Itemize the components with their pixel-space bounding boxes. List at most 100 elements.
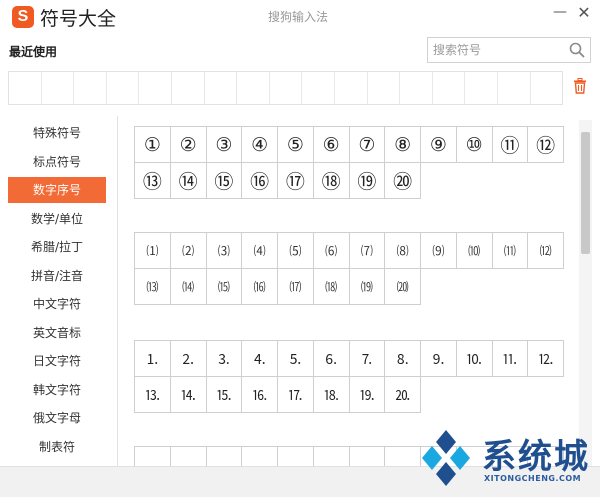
sidebar-item[interactable]: 英文音标 [8, 320, 106, 346]
symbol-cell[interactable]: ⒎ [349, 341, 386, 377]
symbol-cell[interactable]: ⒇ [385, 269, 421, 305]
symbol-cell[interactable]: ⑭ [170, 163, 207, 199]
symbol-cell[interactable]: ② [170, 127, 207, 163]
symbol-cell[interactable] [314, 447, 350, 466]
symbol-cell[interactable]: ⒁ [170, 269, 207, 305]
symbol-cell[interactable]: ⒛ [385, 377, 421, 413]
symbol-cell[interactable]: ⑾ [492, 233, 529, 269]
symbol-cell[interactable]: ⒍ [313, 341, 350, 377]
symbol-cell[interactable]: ⑷ [242, 233, 278, 269]
sidebar-item[interactable]: 韩文字符 [8, 377, 106, 403]
recent-symbol-slot[interactable] [400, 72, 433, 104]
symbol-cell[interactable]: ⑧ [385, 127, 421, 163]
symbol-cell[interactable]: ⒃ [242, 269, 278, 305]
symbol-cell[interactable]: ⒔ [135, 377, 171, 413]
symbol-cell[interactable]: ⑺ [349, 233, 386, 269]
symbol-cell[interactable]: ⑿ [528, 233, 564, 269]
sidebar-item[interactable]: 特殊符号 [8, 120, 106, 146]
recent-symbol-slot[interactable] [368, 72, 401, 104]
scrollbar-thumb[interactable] [581, 132, 590, 254]
symbol-cell[interactable]: ⑦ [349, 127, 386, 163]
symbol-cell[interactable]: ① [135, 127, 171, 163]
recent-symbol-slot[interactable] [172, 72, 205, 104]
symbol-cell[interactable]: ⑩ [456, 127, 493, 163]
symbol-cell[interactable]: ⑳ [385, 163, 421, 199]
symbol-cell[interactable]: ⑮ [206, 163, 243, 199]
symbol-cell[interactable]: ⒘ [278, 377, 314, 413]
sidebar-item[interactable]: 制表符 [8, 434, 106, 460]
recent-symbol-slot[interactable] [335, 72, 368, 104]
sidebar-item[interactable]: 中文字符 [8, 291, 106, 317]
recent-symbol-slot[interactable] [9, 72, 42, 104]
symbol-cell[interactable]: ⑬ [135, 163, 171, 199]
symbol-cell[interactable]: ⒉ [170, 341, 207, 377]
symbol-cell[interactable]: ④ [242, 127, 278, 163]
symbol-cell[interactable]: ⒌ [278, 341, 314, 377]
symbol-cell[interactable]: ⒐ [421, 341, 457, 377]
symbol-cell[interactable]: ⒅ [313, 269, 350, 305]
recent-symbol-slot[interactable] [237, 72, 270, 104]
close-button[interactable]: ✕ [576, 3, 592, 23]
symbol-cell[interactable]: ⒙ [313, 377, 350, 413]
symbol-cell[interactable]: ⒒ [492, 341, 529, 377]
symbol-cell[interactable]: ⒀ [135, 269, 171, 305]
symbol-cell[interactable]: ⑲ [349, 163, 386, 199]
symbol-cell[interactable]: ⑥ [313, 127, 350, 163]
recent-symbol-slot[interactable] [74, 72, 107, 104]
symbol-cell[interactable]: ⒊ [206, 341, 243, 377]
symbol-cell[interactable]: ⑴ [135, 233, 171, 269]
symbol-cell[interactable]: ⒗ [242, 377, 278, 413]
symbol-cell[interactable]: ⑽ [456, 233, 493, 269]
symbol-cell[interactable]: ⑸ [278, 233, 314, 269]
symbol-cell[interactable]: ⑤ [278, 127, 314, 163]
sidebar-item[interactable]: 拼音/注音 [8, 263, 106, 289]
symbol-cell[interactable]: ⑯ [242, 163, 278, 199]
symbol-cell[interactable]: ⒏ [385, 341, 421, 377]
symbol-cell[interactable]: ⑹ [313, 233, 350, 269]
minimize-button[interactable]: — [552, 4, 568, 24]
search-icon[interactable] [568, 41, 586, 59]
symbol-cell[interactable]: ⑰ [278, 163, 314, 199]
symbol-cell[interactable] [171, 447, 207, 466]
recent-symbol-slot[interactable] [139, 72, 172, 104]
recent-symbol-slot[interactable] [42, 72, 75, 104]
symbol-cell[interactable] [350, 447, 386, 466]
recent-symbol-slot[interactable] [205, 72, 238, 104]
sidebar-item[interactable]: 俄文字母 [8, 405, 106, 431]
recent-symbol-slot[interactable] [302, 72, 335, 104]
recent-symbol-slot[interactable] [107, 72, 140, 104]
recent-symbol-slot[interactable] [498, 72, 531, 104]
symbol-cell[interactable]: ⒖ [206, 377, 243, 413]
trash-icon[interactable] [573, 78, 587, 94]
symbol-cell[interactable] [207, 447, 243, 466]
symbol-cell[interactable]: ③ [206, 127, 243, 163]
symbol-cell[interactable]: ⒆ [349, 269, 386, 305]
sidebar-item[interactable]: 数学/单位 [8, 206, 106, 232]
sidebar-item[interactable]: 希腊/拉丁 [8, 234, 106, 260]
symbol-cell[interactable]: ⒄ [278, 269, 314, 305]
symbol-cell[interactable]: ⒕ [170, 377, 207, 413]
sidebar-item[interactable]: 标点符号 [8, 149, 106, 175]
symbol-cell[interactable]: ⑪ [492, 127, 529, 163]
symbol-cell[interactable]: ⒓ [528, 341, 564, 377]
recent-symbol-slot[interactable] [465, 72, 498, 104]
recent-symbol-slot[interactable] [433, 72, 466, 104]
symbol-cell[interactable]: ⒚ [349, 377, 386, 413]
symbol-cell[interactable]: ⒋ [242, 341, 278, 377]
search-box[interactable] [427, 37, 591, 63]
symbol-cell[interactable]: ⒈ [135, 341, 171, 377]
symbol-cell[interactable]: ⑶ [206, 233, 243, 269]
symbol-cell[interactable]: ⑱ [313, 163, 350, 199]
sidebar-item[interactable]: 数字序号 [8, 177, 106, 203]
recent-symbol-slot[interactable] [270, 72, 303, 104]
search-input[interactable] [433, 41, 563, 59]
symbol-cell[interactable]: ⒑ [456, 341, 493, 377]
symbol-cell[interactable] [242, 447, 278, 466]
symbol-cell[interactable]: ⑼ [421, 233, 457, 269]
symbol-cell[interactable]: ⑨ [421, 127, 457, 163]
symbol-cell[interactable] [135, 447, 171, 466]
symbol-cell[interactable]: ⑵ [170, 233, 207, 269]
symbol-cell[interactable]: ⑫ [528, 127, 564, 163]
sidebar-item[interactable]: 日文字符 [8, 348, 106, 374]
symbol-cell[interactable]: ⒂ [206, 269, 243, 305]
